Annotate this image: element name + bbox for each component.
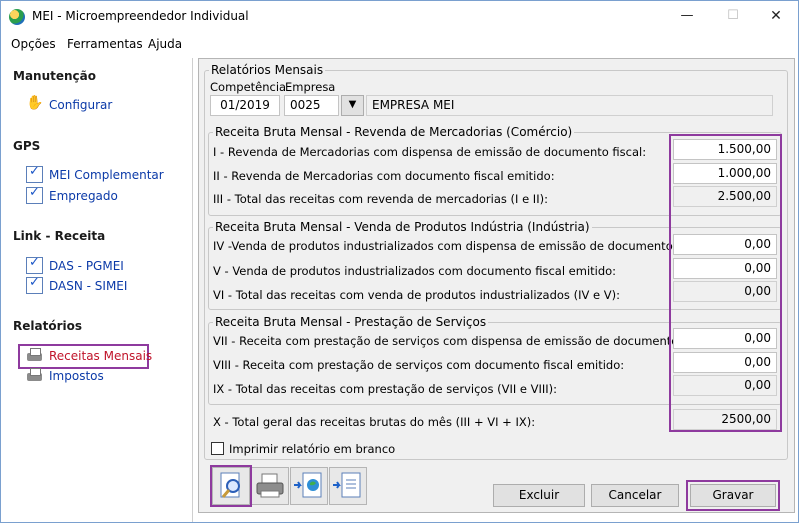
sidebar-item-empregado[interactable]: Empregado xyxy=(26,185,118,204)
row-label: VIII - Receita com prestação de serviços… xyxy=(213,358,625,372)
hand-icon xyxy=(26,95,43,113)
sidebar-item-label: Receitas Mensais xyxy=(49,348,153,363)
close-icon[interactable]: ✕ xyxy=(753,1,799,31)
highlight-gravar-button xyxy=(686,480,780,511)
row-label: IV -Venda de produtos industrializados c… xyxy=(213,239,711,253)
menu-ferramentas[interactable]: Ferramentas xyxy=(67,37,143,51)
total-label: X - Total geral das receitas brutas do m… xyxy=(213,415,536,429)
competencia-label: Competência xyxy=(210,80,287,94)
sidebar-item-label: DAS - PGMEI xyxy=(49,258,124,273)
row-label: IX - Total das receitas com prestação de… xyxy=(213,382,558,396)
window-title: MEI - Microempreendedor Individual xyxy=(32,9,249,23)
sidebar-section-relatorios: Relatórios xyxy=(13,319,82,333)
document-check-icon xyxy=(26,185,43,204)
report-panel: Relatórios Mensais Competência Empresa 0… xyxy=(198,58,795,513)
menu-opcoes[interactable]: Opções xyxy=(11,37,56,51)
sidebar-item-label: Empregado xyxy=(49,188,118,203)
document-check-icon xyxy=(26,164,43,183)
sidebar-section-link-receita: Link - Receita xyxy=(13,229,106,243)
document-check-icon xyxy=(26,255,43,274)
row-label: II - Revenda de Mercadorias com document… xyxy=(213,169,555,183)
title-bar: MEI - Microempreendedor Individual — ☐ ✕ xyxy=(1,1,798,32)
group-title: Relatórios Mensais xyxy=(209,63,326,77)
sidebar-item-configurar[interactable]: Configurar xyxy=(26,95,113,113)
row-label: V - Venda de produtos industrializados c… xyxy=(213,264,617,278)
row-label: VII - Receita com prestação de serviços … xyxy=(213,334,716,348)
sidebar: Manutenção Configurar GPS MEI Complement… xyxy=(1,58,193,522)
sidebar-item-label: Impostos xyxy=(49,368,104,383)
sidebar-item-dasn-simei[interactable]: DASN - SIMEI xyxy=(26,275,128,294)
menu-ajuda[interactable]: Ajuda xyxy=(148,37,182,51)
empresa-name-field: EMPRESA MEI xyxy=(366,95,773,116)
sidebar-item-label: Configurar xyxy=(49,97,113,112)
section-title: Receita Bruta Mensal - Venda de Produtos… xyxy=(213,220,592,234)
minimize-icon[interactable]: — xyxy=(664,1,710,31)
row-label: III - Total das receitas com revenda de … xyxy=(213,192,548,206)
excluir-button[interactable]: Excluir xyxy=(493,484,585,507)
export-file-icon xyxy=(333,472,361,498)
print-button[interactable] xyxy=(251,467,289,505)
empresa-dropdown-button[interactable]: ▼ xyxy=(341,95,364,116)
app-window: MEI - Microempreendedor Individual — ☐ ✕… xyxy=(0,0,799,523)
empresa-label: Empresa xyxy=(285,80,336,94)
empresa-code-input[interactable]: 0025 xyxy=(284,95,339,116)
sidebar-section-manutencao: Manutenção xyxy=(13,69,96,83)
printer-icon xyxy=(256,473,284,498)
cancelar-button[interactable]: Cancelar xyxy=(591,484,679,507)
section-title: Receita Bruta Mensal - Revenda de Mercad… xyxy=(213,125,575,139)
competencia-input[interactable]: 01/2019 xyxy=(210,95,280,116)
row-label: VI - Total das receitas com venda de pro… xyxy=(213,288,620,302)
sidebar-item-receitas-mensais[interactable]: Receitas Mensais xyxy=(26,347,152,364)
menu-bar: Opções Ferramentas Ajuda xyxy=(1,34,798,55)
sidebar-item-label: DASN - SIMEI xyxy=(49,278,128,293)
sidebar-item-das-pgmei[interactable]: DAS - PGMEI xyxy=(26,255,124,274)
export-web-button[interactable] xyxy=(290,467,328,505)
maximize-icon[interactable]: ☐ xyxy=(710,1,756,31)
chevron-down-icon: ▼ xyxy=(348,99,357,110)
print-blank-checkbox[interactable] xyxy=(211,442,224,455)
highlight-preview-button xyxy=(210,465,252,507)
highlight-values-column xyxy=(669,134,782,432)
sidebar-item-impostos[interactable]: Impostos xyxy=(26,367,104,384)
printer-icon xyxy=(26,367,43,384)
app-logo-icon xyxy=(9,9,25,25)
export-file-button[interactable] xyxy=(329,467,367,505)
printer-icon xyxy=(26,347,43,364)
sidebar-item-label: MEI Complementar xyxy=(49,167,164,182)
row-label: I - Revenda de Mercadorias com dispensa … xyxy=(213,145,647,159)
sidebar-section-gps: GPS xyxy=(13,139,41,153)
sidebar-item-mei-complementar[interactable]: MEI Complementar xyxy=(26,164,164,183)
section-title: Receita Bruta Mensal - Prestação de Serv… xyxy=(213,315,489,329)
document-check-icon xyxy=(26,275,43,294)
export-web-icon xyxy=(294,472,322,498)
print-blank-label: Imprimir relatório em branco xyxy=(229,442,396,456)
